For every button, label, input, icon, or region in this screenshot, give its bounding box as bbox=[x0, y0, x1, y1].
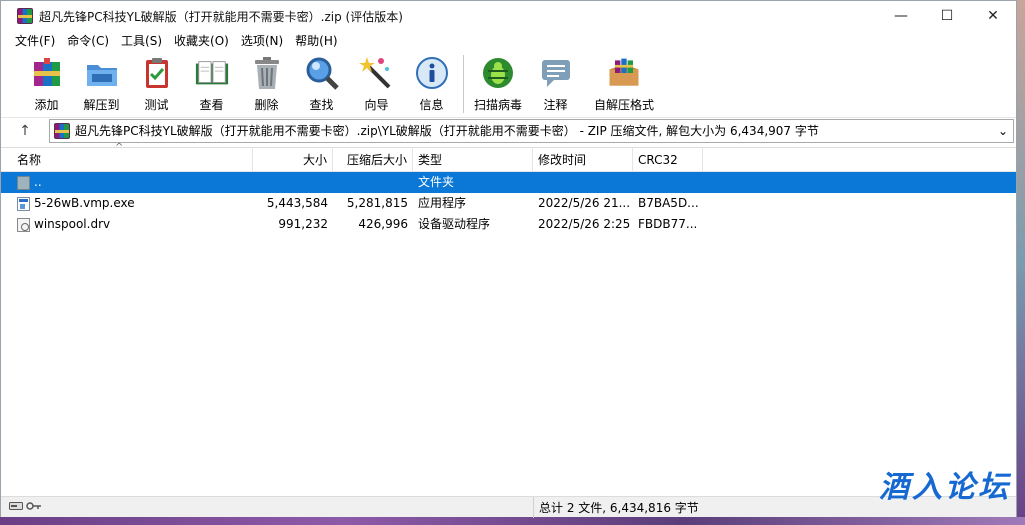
test-button[interactable]: 测试 bbox=[129, 55, 184, 113]
parent-folder-icon bbox=[17, 175, 30, 190]
toolbar-separator bbox=[463, 55, 464, 113]
sfx-label: 自解压格式 bbox=[593, 98, 654, 112]
file-type: 应用程序 bbox=[418, 196, 467, 210]
delete-label: 删除 bbox=[254, 98, 279, 112]
drive-icon[interactable] bbox=[9, 500, 23, 514]
file-size: 5,443,584 bbox=[266, 196, 328, 210]
file-list[interactable]: ^ 名称 大小 压缩后大小 类型 修改时间 CRC32 .. 文件夹 5-26w… bbox=[1, 142, 1016, 494]
column-header-name[interactable]: 名称 bbox=[1, 147, 253, 172]
sfx-box-icon bbox=[606, 55, 642, 91]
clipboard-check-icon bbox=[139, 55, 175, 91]
minimize-button[interactable]: — bbox=[878, 1, 924, 31]
table-row[interactable]: winspool.drv 991,232 426,996 设备驱动程序 2022… bbox=[1, 214, 1016, 235]
bug-icon bbox=[480, 55, 516, 91]
file-name: 5-26wB.vmp.exe bbox=[34, 196, 135, 210]
column-header-modified[interactable]: 修改时间 bbox=[533, 147, 633, 172]
file-modified: 2022/5/26 2:25 bbox=[538, 217, 631, 231]
exe-file-icon bbox=[17, 196, 30, 211]
driver-file-icon bbox=[17, 217, 30, 232]
maximize-button[interactable]: ☐ bbox=[924, 1, 970, 31]
desktop-background-bottom bbox=[0, 517, 1025, 525]
file-list-header: ^ 名称 大小 压缩后大小 类型 修改时间 CRC32 bbox=[1, 142, 1016, 172]
file-crc32: FBDB77... bbox=[638, 217, 698, 231]
menu-bar: 文件(F) 命令(C) 工具(S) 收藏夹(O) 选项(N) 帮助(H) bbox=[1, 31, 1016, 51]
file-packed-size: 5,281,815 bbox=[346, 196, 408, 210]
wizard-button[interactable]: 向导 bbox=[349, 55, 404, 113]
wizard-label: 向导 bbox=[364, 98, 389, 112]
status-icons bbox=[1, 496, 534, 518]
file-type: 文件夹 bbox=[418, 175, 455, 189]
chevron-down-icon[interactable]: ⌄ bbox=[993, 124, 1013, 138]
comment-bubble-icon bbox=[538, 55, 574, 91]
view-label: 查看 bbox=[199, 98, 224, 112]
file-packed-size: 426,996 bbox=[358, 217, 408, 231]
status-bar: 总计 2 文件, 6,434,816 字节 bbox=[1, 496, 1016, 518]
column-header-size[interactable]: 大小 bbox=[253, 147, 333, 172]
winrar-app-icon[interactable] bbox=[17, 8, 33, 24]
add-button[interactable]: 添加 bbox=[19, 55, 74, 113]
add-label: 添加 bbox=[34, 98, 59, 112]
title-bar[interactable]: 超凡先锋PC科技YL破解版（打开就能用不需要卡密）.zip (评估版本) — ☐… bbox=[1, 1, 1016, 31]
key-icon[interactable] bbox=[26, 500, 42, 514]
column-header-packed[interactable]: 压缩后大小 bbox=[333, 147, 413, 172]
magnifier-icon bbox=[304, 55, 340, 91]
delete-button[interactable]: 删除 bbox=[239, 55, 294, 113]
view-button[interactable]: 查看 bbox=[184, 55, 239, 113]
forum-watermark: 酒入论坛 bbox=[879, 470, 1011, 505]
window-title: 超凡先锋PC科技YL破解版（打开就能用不需要卡密）.zip (评估版本) bbox=[39, 9, 403, 24]
trash-icon bbox=[249, 55, 285, 91]
file-crc32: B7BA5D... bbox=[638, 196, 699, 210]
find-button[interactable]: 查找 bbox=[294, 55, 349, 113]
menu-commands[interactable]: 命令(C) bbox=[61, 31, 115, 51]
winrar-window: 超凡先锋PC科技YL破解版（打开就能用不需要卡密）.zip (评估版本) — ☐… bbox=[0, 0, 1017, 518]
magic-wand-icon bbox=[358, 55, 395, 91]
test-label: 测试 bbox=[144, 98, 169, 112]
archive-path: 超凡先锋PC科技YL破解版（打开就能用不需要卡密）.zip\YL破解版（打开就能… bbox=[75, 124, 819, 138]
menu-file[interactable]: 文件(F) bbox=[9, 31, 61, 51]
file-name: winspool.drv bbox=[34, 217, 111, 231]
file-modified: 2022/5/26 21... bbox=[538, 196, 631, 210]
column-header-crc32[interactable]: CRC32 bbox=[633, 147, 703, 172]
comment-button[interactable]: 注释 bbox=[528, 55, 583, 113]
toolbar: 添加 解压到 测试 查看 删除 查找 向导 信息 扫描病毒 注释 自解压格式 bbox=[1, 51, 1016, 117]
table-row[interactable]: .. 文件夹 bbox=[1, 172, 1016, 193]
add-archive-icon bbox=[29, 55, 65, 91]
sfx-button[interactable]: 自解压格式 bbox=[583, 55, 665, 113]
up-arrow-icon: ↑ bbox=[19, 122, 31, 139]
menu-favorites[interactable]: 收藏夹(O) bbox=[168, 31, 235, 51]
file-crc32 bbox=[633, 172, 703, 193]
archive-icon bbox=[54, 122, 70, 139]
file-size: 991,232 bbox=[278, 217, 328, 231]
menu-options[interactable]: 选项(N) bbox=[235, 31, 289, 51]
comment-label: 注释 bbox=[543, 98, 568, 112]
close-button[interactable]: ✕ bbox=[970, 1, 1016, 31]
file-size bbox=[253, 172, 333, 193]
menu-tools[interactable]: 工具(S) bbox=[115, 31, 168, 51]
path-combobox[interactable]: 超凡先锋PC科技YL破解版（打开就能用不需要卡密）.zip\YL破解版（打开就能… bbox=[49, 118, 1014, 143]
virus-scan-button[interactable]: 扫描病毒 bbox=[468, 55, 528, 113]
extract-to-button[interactable]: 解压到 bbox=[74, 55, 129, 113]
info-label: 信息 bbox=[419, 98, 444, 112]
info-button[interactable]: 信息 bbox=[404, 55, 459, 113]
column-header-type[interactable]: 类型 bbox=[413, 147, 533, 172]
info-icon bbox=[414, 55, 450, 91]
desktop-background-right bbox=[1017, 0, 1025, 525]
open-book-icon bbox=[194, 55, 230, 91]
up-folder-button[interactable]: ↑ bbox=[1, 118, 49, 144]
file-modified bbox=[533, 172, 633, 193]
table-row[interactable]: 5-26wB.vmp.exe 5,443,584 5,281,815 应用程序 … bbox=[1, 193, 1016, 214]
folder-extract-icon bbox=[84, 55, 120, 91]
file-type: 设备驱动程序 bbox=[418, 217, 491, 231]
menu-help[interactable]: 帮助(H) bbox=[289, 31, 343, 51]
find-label: 查找 bbox=[309, 98, 334, 112]
virus-scan-label: 扫描病毒 bbox=[473, 98, 522, 112]
file-name: .. bbox=[34, 175, 42, 189]
file-packed-size bbox=[333, 172, 413, 193]
address-bar: ↑ 超凡先锋PC科技YL破解版（打开就能用不需要卡密）.zip\YL破解版（打开… bbox=[1, 117, 1016, 143]
extract-to-label: 解压到 bbox=[83, 98, 120, 112]
